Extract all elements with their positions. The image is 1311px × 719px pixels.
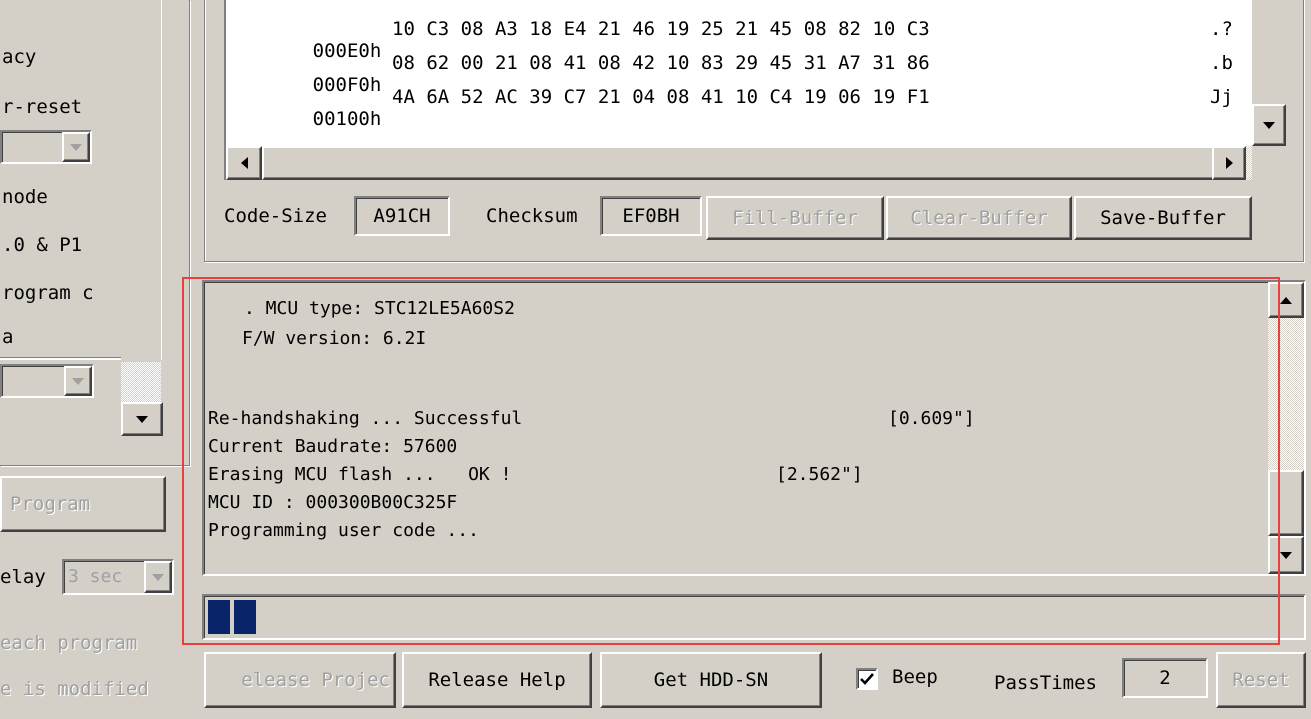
hex-view[interactable]: 000E0h 10 C3 08 A3 18 E4 21 46 19 25 21 … — [224, 0, 1288, 180]
delay-combo[interactable]: 3 sec — [62, 559, 174, 595]
release-help-button[interactable]: Release Help — [402, 652, 592, 708]
hex-row-ascii: Jj — [1210, 86, 1233, 108]
hex-row: 00100h 4A 6A 52 AC 39 C7 21 04 08 41 10 … — [244, 86, 1233, 146]
option-label-reset: r-reset — [2, 96, 83, 118]
chevron-down-icon — [152, 573, 164, 581]
left-panel: acy r-reset node .0 & P1 rogram c a — [0, 0, 190, 468]
checksum-value: EF0BH — [600, 196, 702, 236]
chevron-down-icon — [136, 415, 148, 423]
progress-bar-fill — [208, 600, 256, 634]
chevron-down-icon — [1263, 121, 1275, 129]
clear-buffer-button[interactable]: Clear-Buffer — [886, 196, 1072, 240]
is-modified-checkbox-label: e is modified — [0, 678, 149, 700]
hex-hscroll-left-button[interactable] — [226, 146, 262, 180]
delay-combo-dropdown-button[interactable] — [144, 561, 172, 593]
option-label-a: a — [2, 326, 14, 348]
program-button[interactable]: Program — [0, 476, 166, 532]
options-scroll-down-button[interactable] — [121, 402, 163, 436]
log-time: [2.562"] — [776, 464, 863, 485]
pass-times-value: 2 — [1122, 658, 1208, 698]
delay-label: elay — [0, 566, 46, 588]
code-size-value-text: A91CH — [373, 205, 431, 227]
save-buffer-button[interactable]: Save-Buffer — [1074, 196, 1252, 240]
hex-row-bytes: 10 C3 08 A3 18 E4 21 46 19 25 21 45 08 8… — [392, 18, 930, 40]
log-vscroll-up-button[interactable] — [1268, 282, 1304, 318]
log-line: Erasing MCU flash ... OK ! — [208, 464, 512, 485]
release-project-button[interactable]: elease Projec — [204, 652, 396, 708]
code-size-label: Code-Size — [224, 205, 327, 227]
beep-label[interactable]: Beep — [892, 666, 938, 688]
log-line: F/W version: 6.2I — [242, 328, 427, 349]
progress-block — [234, 600, 256, 634]
log-vscroll-thumb[interactable] — [1268, 470, 1304, 536]
code-size-value: A91CH — [354, 196, 450, 236]
hex-view-content: 000E0h 10 C3 08 A3 18 E4 21 46 19 25 21 … — [226, 0, 1288, 146]
option-combo-2[interactable] — [0, 364, 94, 398]
hex-hscroll-right-button[interactable] — [1212, 146, 1246, 180]
option-label-frequency: acy — [2, 46, 37, 68]
log-time: [0.609"] — [888, 408, 975, 429]
checksum-label: Checksum — [486, 205, 578, 227]
options-scrollbar-track[interactable] — [121, 0, 165, 434]
log-line: Current Baudrate: 57600 — [208, 436, 458, 457]
checksum-value-text: EF0BH — [622, 205, 680, 227]
hex-row-ascii: .b — [1210, 52, 1233, 74]
pass-times-value-text: 2 — [1159, 667, 1171, 689]
option-label-p1: .0 & P1 — [2, 234, 83, 256]
log-line: MCU ID : 000300B00C325F — [208, 492, 458, 513]
progress-block — [208, 600, 230, 634]
option-combo-2-dropdown-button[interactable] — [64, 366, 92, 396]
option-combo-1-dropdown-button[interactable] — [62, 132, 90, 162]
chevron-right-icon — [1225, 157, 1233, 169]
get-hdd-sn-button[interactable]: Get HDD-SN — [600, 652, 822, 708]
chevron-down-icon — [70, 143, 82, 151]
options-scrollbar-dither — [121, 362, 161, 402]
log-line: . MCU type: STC12LE5A60S2 — [244, 298, 515, 319]
log-vscroll-down-button[interactable] — [1268, 536, 1304, 574]
chevron-up-icon — [1280, 296, 1292, 304]
hex-row-address: 00100h — [312, 108, 382, 130]
option-combo-1[interactable] — [0, 130, 92, 164]
hex-row-bytes: 08 62 00 21 08 41 08 42 10 83 29 45 31 A… — [392, 52, 930, 74]
options-scrollbar-upper — [121, 0, 161, 360]
chevron-down-icon — [1280, 551, 1292, 559]
option-label-node: node — [2, 186, 48, 208]
hex-hscroll-thumb[interactable] — [262, 146, 1246, 180]
hex-row-ascii: .? — [1210, 18, 1233, 40]
chevron-down-icon — [72, 377, 84, 385]
reset-button[interactable]: Reset — [1216, 652, 1306, 708]
chevron-left-icon — [240, 157, 248, 169]
hex-vscroll-down-button[interactable] — [1252, 104, 1286, 146]
option-label-program: rogram c — [2, 282, 94, 304]
pass-times-label: PassTimes — [994, 672, 1097, 694]
log-line: Programming user code ... — [208, 520, 479, 541]
check-icon — [860, 673, 874, 685]
beep-checkbox[interactable] — [856, 668, 878, 690]
progress-bar — [202, 594, 1306, 640]
log-box[interactable]: . MCU type: STC12LE5A60S2 F/W version: 6… — [202, 280, 1306, 576]
log-line: Re-handshaking ... Successful — [208, 408, 523, 429]
delay-combo-value: 3 sec — [68, 566, 123, 587]
fill-buffer-button[interactable]: Fill-Buffer — [706, 196, 884, 240]
each-program-checkbox-label: each program — [0, 632, 138, 654]
hex-row-bytes: 4A 6A 52 AC 39 C7 21 04 08 41 10 C4 19 0… — [392, 86, 930, 108]
